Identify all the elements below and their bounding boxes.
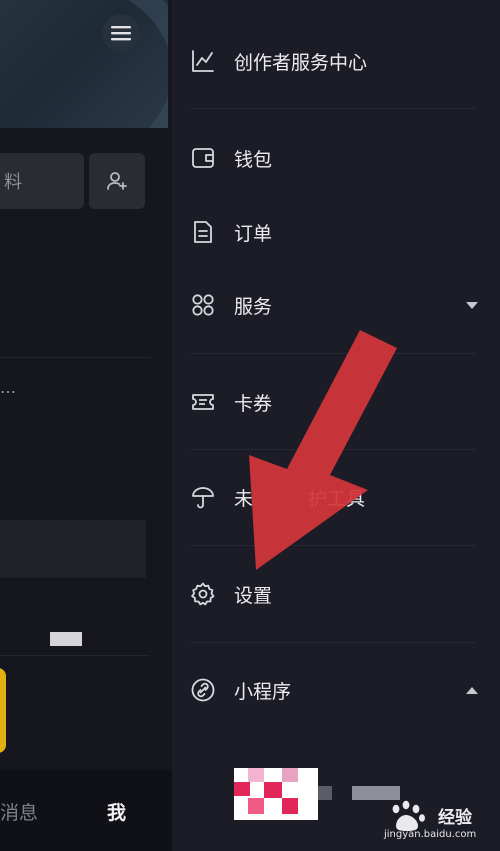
- chart-icon: [190, 48, 216, 74]
- drawer-item-services[interactable]: 服务: [172, 275, 500, 335]
- divider: [190, 449, 476, 450]
- yellow-card-edge: [0, 668, 6, 753]
- drawer-item-label: 未: [234, 487, 254, 510]
- side-drawer-menu: 创作者服务中心 钱包 订单 服务 卡券 未 护工具 设置 小程序: [172, 0, 500, 851]
- ticket-icon: [190, 389, 216, 415]
- add-friend-button[interactable]: [89, 153, 145, 209]
- blurred-avatar-mosaic: [234, 768, 318, 820]
- nav-tab-me[interactable]: 我: [107, 798, 126, 825]
- order-doc-icon: [190, 219, 216, 245]
- services-grid-icon: [190, 292, 216, 318]
- drawer-item-coupons[interactable]: 卡券: [172, 372, 500, 432]
- drawer-item-label: 钱包: [234, 148, 273, 171]
- drawer-item-orders[interactable]: 订单: [172, 202, 500, 262]
- drawer-item-label: 卡券: [234, 392, 273, 415]
- divider: [190, 642, 476, 643]
- blurred-content: [50, 632, 82, 646]
- drawer-item-label: 服务: [234, 295, 273, 318]
- profile-banner: [0, 0, 168, 128]
- divider: [190, 545, 476, 546]
- truncated-text: …: [0, 378, 17, 397]
- divider: [190, 108, 476, 109]
- drawer-item-label: 设置: [234, 584, 273, 607]
- chevron-down-icon[interactable]: [466, 301, 478, 309]
- chevron-up-icon[interactable]: [466, 686, 478, 694]
- drawer-item-mini-programs[interactable]: 小程序: [172, 660, 500, 720]
- drawer-item-settings[interactable]: 设置: [172, 564, 500, 624]
- placeholder-bar: [0, 520, 146, 578]
- drawer-item-minor-protection[interactable]: 未 护工具: [172, 467, 500, 527]
- mini-program-link-icon: [190, 677, 216, 703]
- drawer-item-wallet[interactable]: 钱包: [172, 128, 500, 188]
- watermark-text: 经验: [438, 808, 472, 828]
- drawer-item-creator-center[interactable]: 创作者服务中心: [172, 31, 500, 91]
- background-profile-panel: 料 … 消息 我: [0, 0, 172, 851]
- drawer-item-label: 小程序: [234, 680, 292, 703]
- menu-button[interactable]: [102, 14, 140, 52]
- drawer-item-label-tail: 护工具: [308, 487, 366, 510]
- edit-profile-button[interactable]: 料: [0, 153, 84, 209]
- watermark-url: jingyan.baidu.com: [384, 829, 477, 840]
- blurred-content: [318, 786, 332, 800]
- divider: [190, 353, 476, 354]
- settings-gear-icon: [190, 581, 216, 607]
- divider: [0, 655, 150, 656]
- divider: [0, 357, 150, 358]
- edit-profile-label: 料: [4, 172, 22, 193]
- drawer-item-label: 订单: [234, 222, 273, 245]
- umbrella-icon: [190, 484, 216, 510]
- add-user-icon: [107, 172, 127, 190]
- drawer-item-label: 创作者服务中心: [234, 51, 368, 74]
- wallet-icon: [190, 145, 216, 171]
- nav-tab-messages[interactable]: 消息: [0, 798, 38, 825]
- hamburger-menu-icon: [111, 26, 131, 41]
